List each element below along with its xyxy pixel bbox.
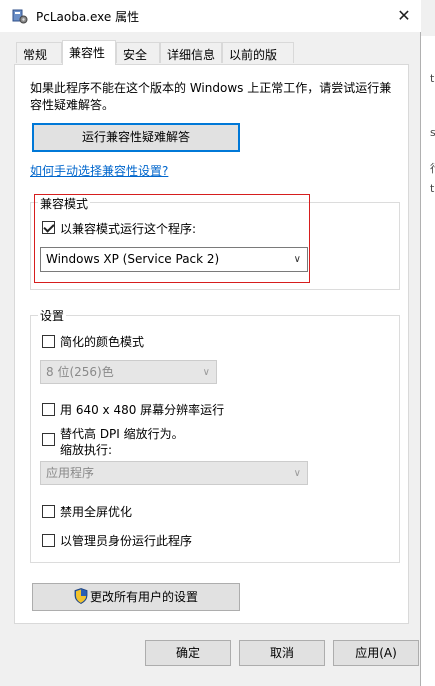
high-dpi-label: 替代高 DPI 缩放行为。 <box>60 427 184 441</box>
ok-button[interactable]: 确定 <box>145 640 231 666</box>
chevron-down-icon: ∨ <box>293 468 301 479</box>
reduced-color-label: 简化的颜色模式 <box>60 335 145 349</box>
chevron-down-icon: ∨ <box>293 254 301 265</box>
dpi-scaling-value: 应用程序 <box>46 466 95 480</box>
tab-previous-versions[interactable]: 以前的版本 <box>222 42 294 79</box>
tab-general[interactable]: 常规 <box>16 42 62 63</box>
run-as-admin-checkbox[interactable] <box>42 534 55 547</box>
background-glyph: t <box>430 182 435 195</box>
close-button[interactable]: ✕ <box>392 4 416 28</box>
manual-settings-link[interactable]: 如何手动选择兼容性设置? <box>30 162 168 179</box>
title-bar[interactable]: PcLaoba.exe 属性 ✕ <box>0 0 421 32</box>
run-troubleshooter-button[interactable]: 运行兼容性疑难解答 <box>32 123 240 152</box>
color-mode-select: 8 位(256)色 ∨ <box>40 360 217 384</box>
window-title: PcLaoba.exe 属性 <box>36 10 140 24</box>
tab-details[interactable]: 详细信息 <box>160 42 222 63</box>
os-version-select[interactable]: Windows XP (Service Pack 2) ∨ <box>40 247 308 272</box>
cancel-button[interactable]: 取消 <box>239 640 325 666</box>
fullscreen-opt-label: 禁用全屏优化 <box>60 505 133 519</box>
os-version-value: Windows XP (Service Pack 2) <box>46 252 220 266</box>
apply-button[interactable]: 应用(A) <box>333 640 419 666</box>
scaling-label: 缩放执行: <box>60 443 113 457</box>
properties-window: PcLaoba.exe 属性 ✕ 常规 兼容性 安全 详细信息 以前的版本 如果… <box>0 0 421 686</box>
change-all-users-label: 更改所有用户的设置 <box>89 590 198 604</box>
app-icon <box>12 9 28 24</box>
compat-mode-checkbox[interactable] <box>42 221 55 234</box>
resolution-checkbox[interactable] <box>42 403 55 416</box>
background-glyph: s <box>430 126 435 139</box>
run-as-admin-label: 以管理员身份运行此程序 <box>60 534 193 548</box>
compat-mode-label: 以兼容模式运行这个程序: <box>60 222 197 236</box>
chevron-down-icon: ∨ <box>202 367 210 378</box>
uac-shield-icon <box>74 588 88 604</box>
dpi-scaling-select: 应用程序 ∨ <box>40 461 308 485</box>
tab-security[interactable]: 安全 <box>116 42 160 63</box>
tab-compatibility[interactable]: 兼容性 <box>62 40 116 65</box>
settings-title: 设置 <box>38 307 67 324</box>
close-icon: ✕ <box>397 6 411 25</box>
reduced-color-checkbox[interactable] <box>42 335 55 348</box>
background-window: t s 行 t <box>420 36 435 686</box>
intro-text: 如果此程序不能在这个版本的 Windows 上正常工作，请尝试运行兼容性疑难解答… <box>30 81 392 112</box>
compat-mode-title: 兼容模式 <box>38 195 91 212</box>
change-all-users-button[interactable]: 更改所有用户的设置 <box>32 583 240 611</box>
color-mode-value: 8 位(256)色 <box>46 365 114 379</box>
background-glyph: 行 <box>430 160 435 176</box>
background-glyph: t <box>430 72 435 85</box>
high-dpi-checkbox[interactable] <box>42 433 55 446</box>
fullscreen-opt-checkbox[interactable] <box>42 505 55 518</box>
resolution-label: 用 640 x 480 屏幕分辨率运行 <box>60 403 225 417</box>
